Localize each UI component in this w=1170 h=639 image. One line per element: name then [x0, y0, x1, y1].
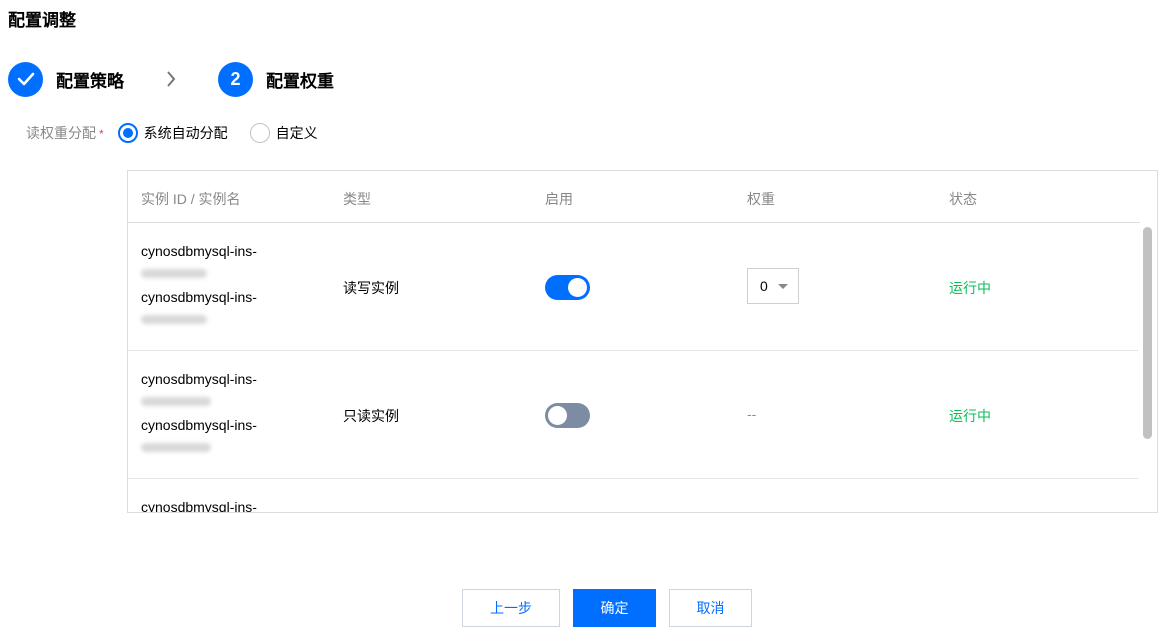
radio-custom[interactable]: 自定义: [249, 123, 318, 143]
prev-step-button[interactable]: 上一步: [462, 589, 560, 627]
radio-checked-icon[interactable]: [117, 123, 138, 143]
table-row: cynosdbmysql-ins- cynosdbmysql-ins- 读写实例…: [128, 223, 1138, 351]
instance-type: 只读实例: [343, 408, 399, 424]
weight-select[interactable]: 0: [747, 268, 799, 304]
step-1-label: 配置策略: [56, 71, 124, 91]
instance-name: cynosdbmysql-ins-: [141, 417, 257, 433]
instance-table: 实例 ID / 实例名 类型 启用 权重 状态 cynosdbmysql-ins…: [127, 170, 1158, 513]
instance-id: cynosdbmysql-ins-: [141, 371, 257, 387]
page-title: 配置调整: [8, 11, 76, 30]
confirm-button[interactable]: 确定: [573, 589, 656, 627]
table-row: cynosdbmysql-ins-: [128, 479, 1138, 513]
required-mark: *: [99, 127, 104, 141]
radio-unchecked-icon[interactable]: [249, 123, 270, 143]
instance-id: cynosdbmysql-ins-: [141, 499, 257, 513]
header-type: 类型: [343, 191, 371, 207]
enable-toggle[interactable]: [545, 403, 590, 428]
status-running: 运行中: [949, 408, 991, 424]
read-weight-label: 读权重分配 *: [26, 125, 104, 141]
header-enabled: 启用: [545, 191, 573, 207]
stepper: 配置策略 2 配置权重: [8, 61, 334, 97]
read-weight-form-row: 读权重分配 * 系统自动分配 自定义: [26, 121, 340, 145]
cancel-button[interactable]: 取消: [669, 589, 752, 627]
table-header: 实例 ID / 实例名 类型 启用 权重 状态: [128, 171, 1140, 223]
table-row: cynosdbmysql-ins- cynosdbmysql-ins- 只读实例…: [128, 351, 1138, 479]
caret-down-icon: [778, 284, 788, 289]
table-scrollbar[interactable]: [1140, 223, 1157, 512]
instance-id-redacted: [141, 269, 207, 278]
scrollbar-thumb[interactable]: [1143, 227, 1152, 439]
step-done-check-icon: [8, 61, 43, 97]
header-status: 状态: [949, 191, 977, 207]
radio-custom-label: 自定义: [275, 125, 318, 141]
step-2-number: 2: [218, 61, 253, 97]
chevron-right-icon: [166, 71, 176, 87]
instance-id-redacted: [141, 397, 211, 406]
instance-type: 读写实例: [343, 280, 399, 296]
weight-empty: --: [747, 406, 757, 422]
step-2-label: 配置权重: [266, 71, 334, 91]
radio-auto-label: 系统自动分配: [143, 125, 228, 141]
enable-toggle[interactable]: [545, 275, 590, 300]
instance-name-redacted: [141, 315, 207, 324]
radio-auto-allocation[interactable]: 系统自动分配: [117, 123, 228, 143]
header-weight: 权重: [747, 191, 775, 207]
header-instance: 实例 ID / 实例名: [141, 191, 241, 207]
status-running: 运行中: [949, 280, 991, 296]
weight-value: 0: [760, 278, 768, 294]
instance-name: cynosdbmysql-ins-: [141, 289, 257, 305]
instance-id: cynosdbmysql-ins-: [141, 243, 257, 259]
instance-name-redacted: [141, 443, 211, 452]
